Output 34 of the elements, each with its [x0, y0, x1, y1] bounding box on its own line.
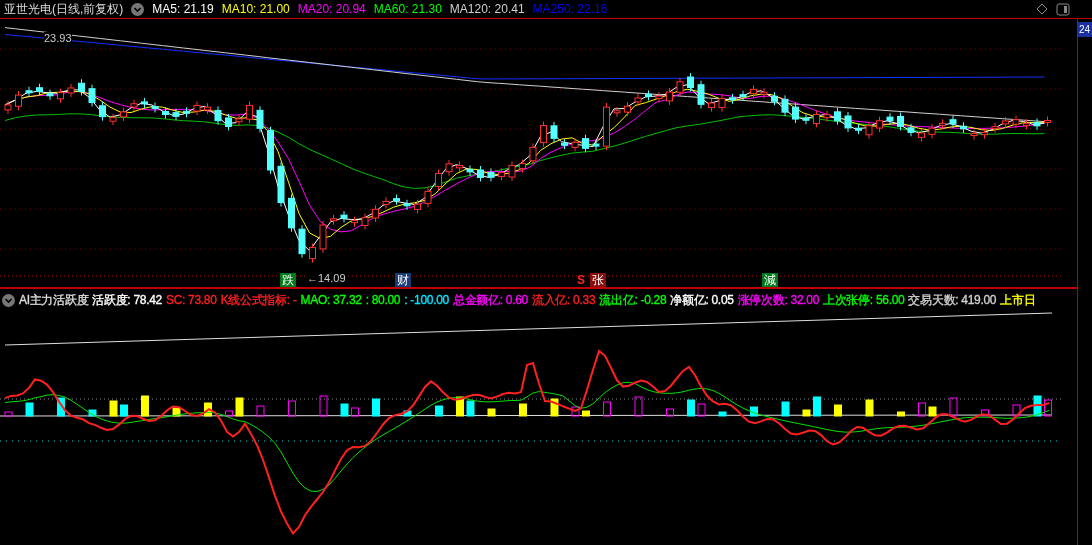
indicator-legend-value: 总金额亿: 0.60 [452, 292, 528, 309]
indicator-legend-value: 活跃度: 78.42 [92, 292, 162, 309]
indicator-legend-value: 流出亿: -0.28 [599, 292, 667, 309]
signal-marker: 減 [762, 273, 778, 287]
indicator-legend-value: 上次张停: 56.00 [823, 292, 905, 309]
signal-marker: 跌 [280, 273, 296, 287]
diamond-icon[interactable] [1036, 3, 1048, 15]
indicator-legend-value: : -100.00 [404, 292, 449, 309]
signal-marker: 财 [395, 273, 411, 287]
indicator-legend-value: SC: 73.80 [165, 292, 217, 309]
signal-marker: S [576, 273, 586, 287]
indicator-legend-value: MAO: 37.32 [300, 292, 362, 309]
indicator-legend-value: K线公式指标: - [220, 292, 297, 309]
ma-legend-value: MA120: 20.41 [449, 1, 525, 18]
indicator-legend-value: 交易天数: 419.00 [908, 292, 997, 309]
window-toggle-icon[interactable] [1056, 2, 1070, 16]
high-price-label: 23.93 [44, 32, 72, 44]
low-price-label: ←14.09 [307, 272, 346, 284]
stock-title: 亚世光电(日线,前复权) [4, 1, 124, 18]
indicator-name: AI主力活跃度 [19, 292, 89, 309]
indicator-legend-value: 净额亿: 0.05 [670, 292, 734, 309]
signal-marker: 张 [590, 273, 606, 287]
ma-legend-value: MA60: 21.30 [373, 1, 442, 18]
ma-legend-value: MA20: 20.94 [297, 1, 366, 18]
indicator-legend-value: 涨停次数: 32.00 [737, 292, 820, 309]
indicator-legend-value: 上市日 [1000, 292, 1036, 309]
collapse-icon[interactable] [2, 293, 15, 307]
ma-legend-value: MA250: 22.16 [532, 1, 608, 18]
ma-legend-value: MA10: 21.00 [221, 1, 290, 18]
collapse-icon[interactable] [131, 2, 145, 16]
indicator-legend-value: 流入亿: 0.33 [531, 292, 596, 309]
price-axis-label: 24 [1078, 22, 1092, 37]
ma-legend-value: MA5: 21.19 [152, 1, 214, 18]
indicator-legend-value: : 80.00 [365, 292, 401, 309]
